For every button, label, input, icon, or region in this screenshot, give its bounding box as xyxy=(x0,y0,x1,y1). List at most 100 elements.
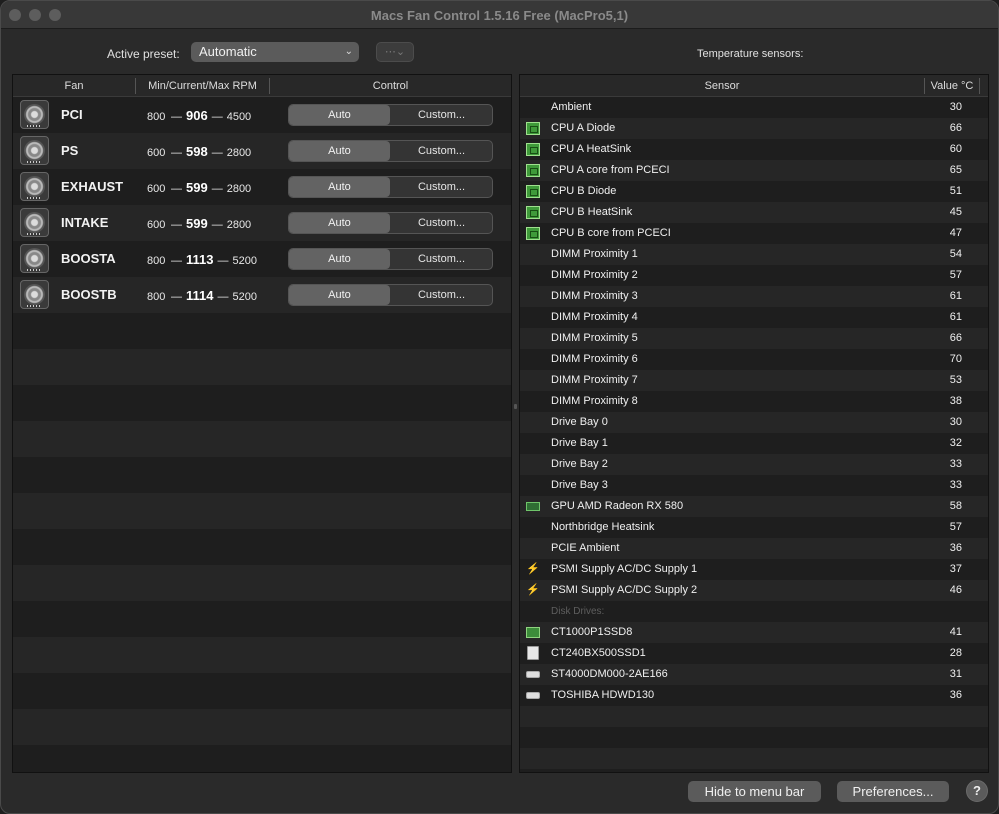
help-button[interactable]: ? xyxy=(966,780,988,802)
fan-row[interactable]: PS 600—598—2800 Auto Custom... xyxy=(13,133,511,169)
cpu-chip-icon xyxy=(526,122,540,135)
app-window: Macs Fan Control 1.5.16 Free (MacPro5,1)… xyxy=(0,0,999,814)
dash-separator: — xyxy=(171,255,182,267)
sensor-row[interactable]: GPU AMD Radeon RX 580 58 xyxy=(520,496,988,517)
custom-button[interactable]: Custom... xyxy=(391,213,492,233)
custom-button[interactable]: Custom... xyxy=(391,177,492,197)
sensor-row[interactable]: TOSHIBA HDWD130 36 xyxy=(520,685,988,706)
sensor-row[interactable]: Drive Bay 3 33 xyxy=(520,475,988,496)
sensor-value: 32 xyxy=(949,437,962,449)
auto-button[interactable]: Auto xyxy=(289,213,390,233)
sensor-value: 28 xyxy=(949,647,962,659)
sensor-row[interactable]: Ambient 30 xyxy=(520,97,988,118)
sensor-name: CPU A core from PCECI xyxy=(551,164,670,176)
sensor-name: TOSHIBA HDWD130 xyxy=(551,689,655,701)
ssd-drive-icon xyxy=(527,646,539,660)
fan-min-rpm: 800 xyxy=(147,291,166,303)
control-column-header[interactable]: Control xyxy=(270,75,511,97)
sensor-row[interactable]: DIMM Proximity 1 54 xyxy=(520,244,988,265)
sensor-name: Northbridge Heatsink xyxy=(551,521,655,533)
sensor-row[interactable]: CPU B core from PCECI 47 xyxy=(520,223,988,244)
sensor-row[interactable]: Drive Bay 0 30 xyxy=(520,412,988,433)
sensor-row[interactable]: CT240BX500SSD1 28 xyxy=(520,643,988,664)
fan-row[interactable]: BOOSTB 800—1114—5200 Auto Custom... xyxy=(13,277,511,313)
fan-rows: PCI 800—906—4500 Auto Custom... PS 600—598—28… xyxy=(13,97,511,313)
custom-button[interactable]: Custom... xyxy=(391,105,492,125)
fan-min-rpm: 600 xyxy=(147,219,166,231)
dash-separator: — xyxy=(211,147,223,159)
auto-button[interactable]: Auto xyxy=(289,285,390,305)
fan-row[interactable]: EXHAUST 600—599—2800 Auto Custom... xyxy=(13,169,511,205)
sensor-row[interactable]: Drive Bay 1 32 xyxy=(520,433,988,454)
sensor-value: 47 xyxy=(949,227,962,239)
sensor-name: DIMM Proximity 2 xyxy=(551,269,638,281)
active-preset-select[interactable]: Automatic ⌄ xyxy=(191,42,359,62)
sensor-column-header[interactable]: Sensor xyxy=(520,75,924,97)
sensor-row[interactable]: CPU B HeatSink 45 xyxy=(520,202,988,223)
split-view-handle[interactable] xyxy=(514,404,517,409)
sensor-value: 60 xyxy=(949,143,962,155)
fan-current-rpm: 599 xyxy=(186,180,208,195)
sensor-row[interactable]: DIMM Proximity 7 53 xyxy=(520,370,988,391)
custom-button[interactable]: Custom... xyxy=(391,285,492,305)
sensor-row[interactable]: DIMM Proximity 3 61 xyxy=(520,286,988,307)
m2-ssd-icon xyxy=(526,627,540,638)
sensor-row[interactable]: DIMM Proximity 8 38 xyxy=(520,391,988,412)
fan-icon xyxy=(20,100,49,129)
preset-options-button[interactable]: ⋯⌄ xyxy=(376,42,414,62)
fan-current-rpm: 906 xyxy=(186,108,208,123)
chevron-updown-icon: ⌄ xyxy=(344,46,353,57)
fan-row[interactable]: BOOSTA 800—1113—5200 Auto Custom... xyxy=(13,241,511,277)
sensor-row[interactable]: ST4000DM000-2AE166 31 xyxy=(520,664,988,685)
sensor-value: 57 xyxy=(949,269,962,281)
sensor-row[interactable]: CT1000P1SSD8 41 xyxy=(520,622,988,643)
sensor-row[interactable]: DIMM Proximity 5 66 xyxy=(520,328,988,349)
sensor-row[interactable]: PCIE Ambient 36 xyxy=(520,538,988,559)
auto-button[interactable]: Auto xyxy=(289,141,390,161)
rpm-column-header[interactable]: Min/Current/Max RPM xyxy=(136,75,269,97)
fan-current-rpm: 1114 xyxy=(186,288,214,303)
fan-name: EXHAUST xyxy=(61,179,124,194)
fan-row[interactable]: PCI 800—906—4500 Auto Custom... xyxy=(13,97,511,133)
sensor-row[interactable]: ⚡ PSMI Supply AC/DC Supply 1 37 xyxy=(520,559,988,580)
ellipsis-icon: ⋯⌄ xyxy=(384,46,406,58)
sensor-table: Sensor Value °C Ambient 30 CPU A Diode 66 CP… xyxy=(519,74,989,773)
sensor-row[interactable]: ⚡ PSMI Supply AC/DC Supply 2 46 xyxy=(520,580,988,601)
sensor-row[interactable]: CPU A Diode 66 xyxy=(520,118,988,139)
sensor-row[interactable]: CPU B Diode 51 xyxy=(520,181,988,202)
value-column-header[interactable]: Value °C xyxy=(925,75,979,97)
fan-min-rpm: 600 xyxy=(147,147,166,159)
sensor-name: DIMM Proximity 4 xyxy=(551,311,638,323)
sensor-row[interactable]: DIMM Proximity 6 70 xyxy=(520,349,988,370)
section-label: Disk Drives: xyxy=(551,606,605,617)
sensor-value: 57 xyxy=(949,521,962,533)
auto-button[interactable]: Auto xyxy=(289,105,390,125)
sensor-row[interactable]: CPU A HeatSink 60 xyxy=(520,139,988,160)
dash-separator: — xyxy=(211,219,223,231)
window-title: Macs Fan Control 1.5.16 Free (MacPro5,1) xyxy=(370,8,629,23)
sensor-value: 54 xyxy=(949,248,962,260)
hide-to-menu-bar-button[interactable]: Hide to menu bar xyxy=(688,781,821,802)
sensor-row[interactable]: Drive Bay 2 33 xyxy=(520,454,988,475)
sensor-value: 66 xyxy=(949,332,962,344)
sensor-row[interactable]: DIMM Proximity 4 61 xyxy=(520,307,988,328)
dash-separator: — xyxy=(217,291,229,303)
sensor-value: 53 xyxy=(949,374,962,386)
custom-button[interactable]: Custom... xyxy=(391,141,492,161)
fan-column-header[interactable]: Fan xyxy=(13,75,135,97)
auto-button[interactable]: Auto xyxy=(289,177,390,197)
fan-icon xyxy=(20,244,49,273)
sensor-row[interactable]: CPU A core from PCECI 65 xyxy=(520,160,988,181)
custom-button[interactable]: Custom... xyxy=(391,249,492,269)
auto-button[interactable]: Auto xyxy=(289,249,390,269)
sensor-row[interactable]: Northbridge Heatsink 57 xyxy=(520,517,988,538)
sensor-rows: Ambient 30 CPU A Diode 66 CPU A HeatSink 60 CP… xyxy=(520,97,988,706)
lightning-bolt-icon: ⚡ xyxy=(526,563,540,575)
fan-row[interactable]: INTAKE 600—599—2800 Auto Custom... xyxy=(13,205,511,241)
fan-rpm: 600—599—2800 xyxy=(147,216,267,231)
sensor-value: 65 xyxy=(949,164,962,176)
sensor-row[interactable]: DIMM Proximity 2 57 xyxy=(520,265,988,286)
sensor-value: 30 xyxy=(949,416,962,428)
preferences-button[interactable]: Preferences... xyxy=(837,781,949,802)
dash-separator: — xyxy=(211,183,223,195)
